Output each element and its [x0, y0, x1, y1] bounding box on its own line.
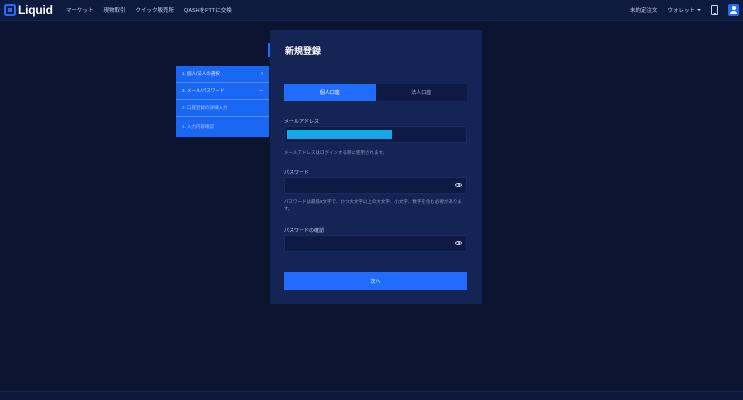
account-type-tabs: 個人口座 法人口座 — [284, 84, 467, 101]
step-2[interactable]: 2. メール/パスワード – — [176, 83, 269, 100]
liquid-logo[interactable]: Liquid — [4, 3, 53, 17]
password-confirm-field[interactable] — [284, 235, 467, 252]
chevron-right-icon: › — [261, 71, 263, 77]
password-field[interactable] — [284, 177, 467, 194]
step-1[interactable]: 1. 個人/法人の選択 › — [176, 66, 269, 83]
email-redacted-value — [287, 130, 392, 139]
password-confirm-label: パスワードの確認 — [284, 228, 325, 234]
step-1-label: 1. 個人/法人の選択 — [182, 71, 220, 76]
step-3: 3. 口座登録の詳細入力 — [176, 100, 269, 117]
email-field[interactable] — [284, 126, 467, 143]
next-button[interactable]: 次へ — [284, 272, 467, 290]
liquid-logo-icon — [4, 4, 16, 16]
eye-icon[interactable] — [455, 183, 462, 187]
footer — [0, 391, 743, 400]
brand-name: Liquid — [18, 3, 53, 17]
wallet-menu[interactable]: ウォレット — [667, 6, 701, 14]
page-title: 新規登録 — [285, 46, 322, 56]
dash-icon: – — [259, 88, 263, 94]
email-label: メールアドレス — [284, 119, 320, 125]
mobile-app-icon[interactable] — [711, 5, 718, 15]
nav-item-market[interactable]: マーケット — [66, 6, 94, 14]
step-2-label: 2. メール/パスワード — [182, 88, 225, 93]
nav-item-spot-trading[interactable]: 現物取引 — [104, 6, 126, 14]
registration-steps: 1. 個人/法人の選択 › 2. メール/パスワード – 3. 口座登録の詳細入… — [176, 66, 269, 137]
main-nav: マーケット 現物取引 クイック販売所 QASHをFTTに交換 — [66, 0, 232, 20]
tab-individual[interactable]: 個人口座 — [284, 84, 376, 101]
password-label: パスワード — [284, 170, 310, 176]
open-orders-link[interactable]: 未約定注文 — [630, 6, 658, 14]
step-4: 4. 入力内容確認 — [176, 117, 269, 137]
password-help-text: パスワードは最低8文字で、かつ大文字以上の大文字、小文字、数字を含む必要がありま… — [284, 199, 462, 211]
email-help-text: メールアドレスはログインする際に使用されます。 — [284, 150, 388, 155]
step-3-label: 3. 口座登録の詳細入力 — [182, 105, 228, 110]
tab-corporate[interactable]: 法人口座 — [376, 84, 468, 101]
wallet-label: ウォレット — [667, 8, 695, 14]
eye-icon[interactable] — [455, 241, 462, 245]
user-avatar-icon[interactable] — [728, 4, 739, 16]
signup-card: 新規登録 個人口座 法人口座 メールアドレス メールアドレスはログインする際に使… — [270, 30, 482, 304]
nav-item-qash-ftt[interactable]: QASHをFTTに交換 — [184, 6, 232, 14]
top-navigation-bar: Liquid マーケット 現物取引 クイック販売所 QASHをFTTに交換 未約… — [0, 0, 743, 21]
step-4-label: 4. 入力内容確認 — [182, 124, 215, 129]
nav-item-quick-exchange[interactable]: クイック販売所 — [136, 6, 175, 14]
chevron-down-icon — [697, 9, 701, 11]
user-nav: 未約定注文 ウォレット — [630, 0, 739, 20]
